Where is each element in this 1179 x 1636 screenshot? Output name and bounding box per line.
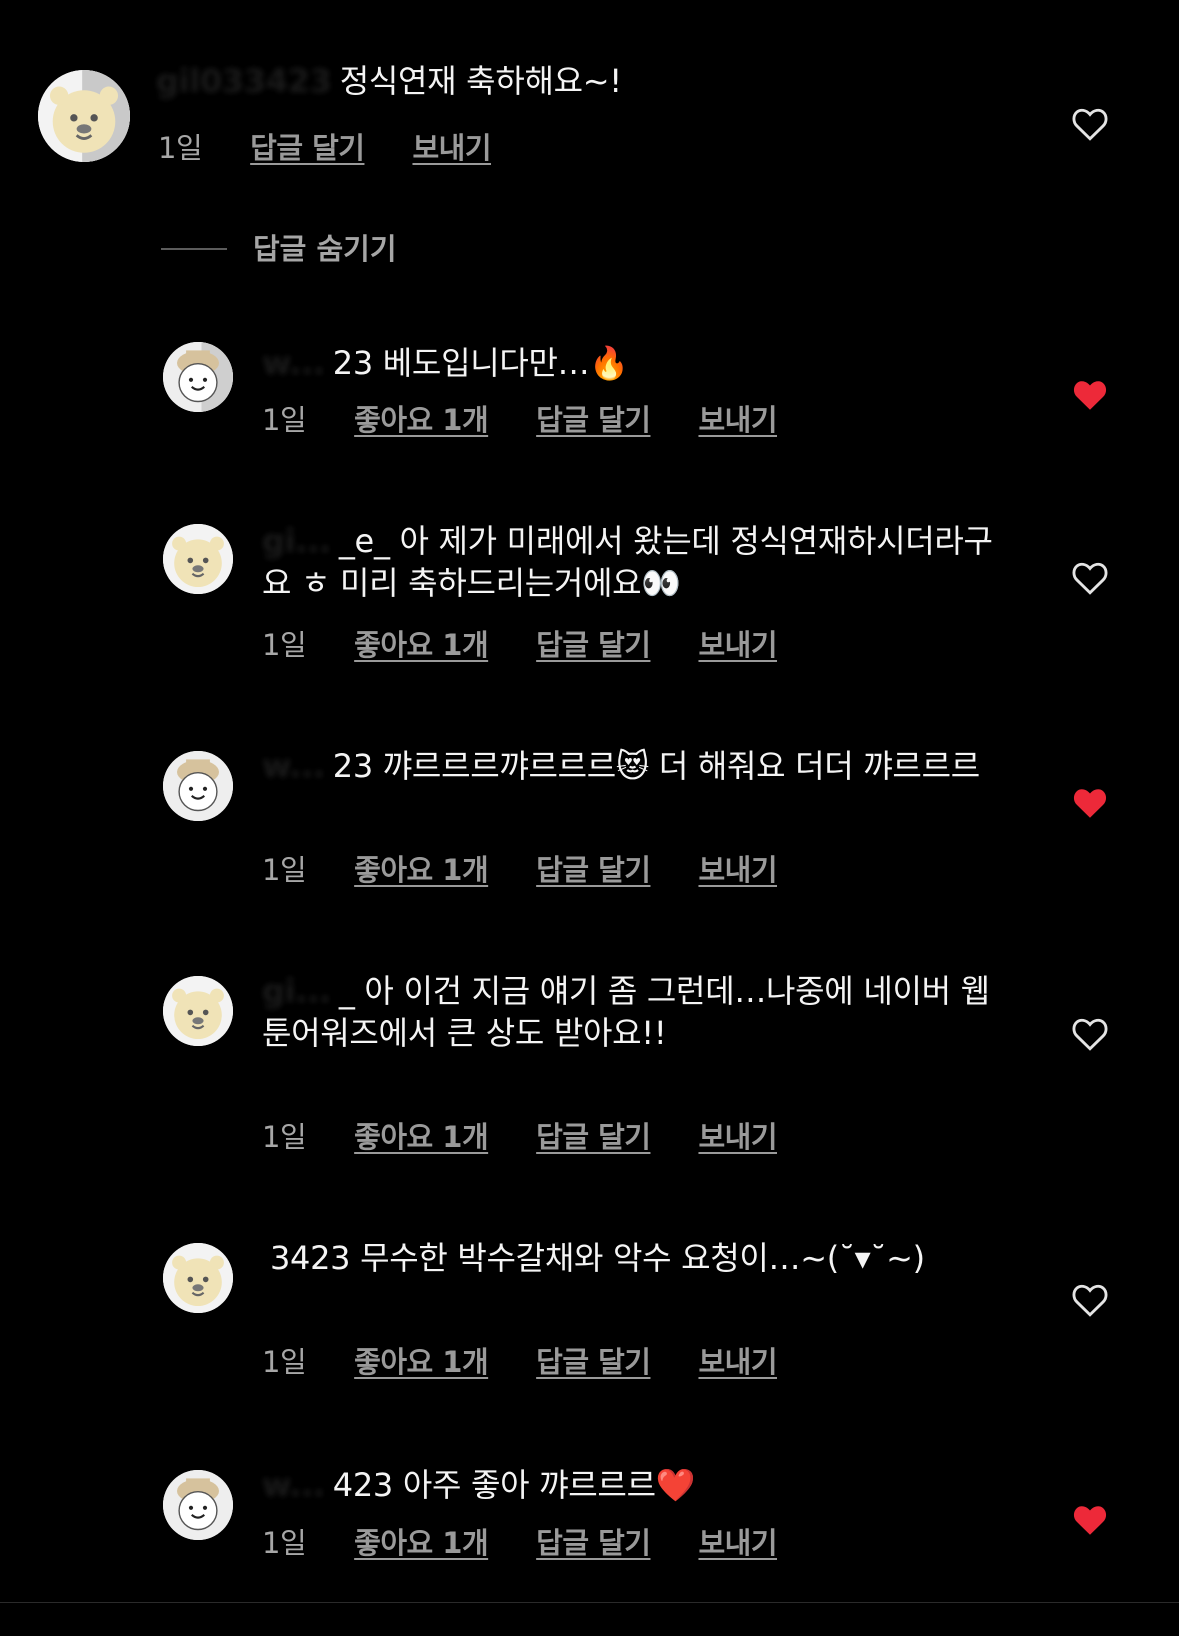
avatar[interactable]: [163, 524, 233, 594]
reply-meta: 1일 좋아요 1개 답글 달기 보내기: [262, 1526, 778, 1560]
like-button[interactable]: [1071, 785, 1109, 821]
hat-character-avatar-icon: [163, 1470, 233, 1540]
send-button[interactable]: 보내기: [698, 1120, 777, 1154]
like-button[interactable]: [1071, 106, 1109, 142]
hide-replies-button[interactable]: 답글 숨기기: [161, 232, 397, 266]
reply-meta: 1일 좋아요 1개 답글 달기 보내기: [262, 1120, 778, 1154]
main-comment: gil033423 정식연재 축하해요~! 1일 답글 달기 보내기: [0, 0, 1179, 170]
username[interactable]: w...: [262, 747, 325, 785]
username[interactable]: w...: [262, 1466, 325, 1504]
send-button[interactable]: 보내기: [698, 1526, 777, 1560]
reply-text: gi... _ 아 이건 지금 얘기 좀 그런데…나중에 네이버 웹툰어워즈에서 …: [262, 972, 990, 1052]
bear-avatar-icon: [163, 1243, 233, 1313]
send-button[interactable]: 보내기: [698, 403, 777, 437]
like-button[interactable]: [1071, 1282, 1109, 1318]
comment-time: 1일: [262, 628, 307, 662]
reply-meta: 1일 좋아요 1개 답글 달기 보내기: [262, 628, 778, 662]
reply-comment: w... 423 아주 좋아 꺄르르르❤️ 1일 좋아요 1개 답글 달기 보내기: [0, 1464, 1179, 1594]
likes-count-button[interactable]: 좋아요 1개: [354, 1345, 489, 1379]
reply-text: 3423 무수한 박수갈채와 악수 요청이…~(˘▾˘~): [270, 1239, 925, 1277]
reply-comment: gi... _e_ 아 제가 미래에서 왔는데 정식연재하시더라구요 ㅎ 미리 축…: [0, 520, 1179, 670]
username[interactable]: gil033423: [156, 62, 332, 100]
avatar[interactable]: [163, 342, 233, 412]
reply-comment: w... 23 베도입니다만…🔥 1일 좋아요 1개 답글 달기 보내기: [0, 330, 1179, 450]
bear-avatar-icon: [163, 524, 233, 594]
reply-button[interactable]: 답글 달기: [536, 628, 651, 662]
heart-outline-icon: [1072, 1284, 1108, 1317]
reply-text: w... 23 꺄르르르꺄르르르😻 더 해줘요 더더 꺄르르르: [262, 747, 980, 785]
send-button[interactable]: 보내기: [698, 628, 777, 662]
like-button[interactable]: [1071, 1016, 1109, 1052]
reply-meta: 1일 좋아요 1개 답글 달기 보내기: [262, 403, 778, 437]
reply-comment: w... 23 꺄르르르꺄르르르😻 더 해줘요 더더 꺄르르르 1일 좋아요 1개…: [0, 745, 1179, 895]
reply-button[interactable]: 답글 달기: [536, 853, 651, 887]
comment-time: 1일: [262, 853, 307, 887]
comment-time: 1일: [262, 1345, 307, 1379]
comment-time: 1일: [262, 403, 307, 437]
send-button[interactable]: 보내기: [698, 853, 777, 887]
like-button[interactable]: [1071, 560, 1109, 596]
comment-time: 1일: [262, 1526, 307, 1560]
bear-avatar-icon: [38, 70, 130, 162]
reply-text: w... 423 아주 좋아 꺄르르르❤️: [262, 1466, 696, 1504]
comment-time: 1일: [158, 131, 203, 165]
reply-button[interactable]: 답글 달기: [536, 1120, 651, 1154]
send-button[interactable]: 보내기: [698, 1345, 777, 1379]
likes-count-button[interactable]: 좋아요 1개: [354, 628, 489, 662]
main-comment-meta: 1일 답글 달기 보내기: [158, 131, 492, 165]
like-button[interactable]: [1071, 377, 1109, 413]
reply-comment: 3423 무수한 박수갈채와 악수 요청이…~(˘▾˘~) 1일 좋아요 1개 …: [0, 1237, 1179, 1387]
hat-character-avatar-icon: [163, 751, 233, 821]
reply-button[interactable]: 답글 달기: [536, 1345, 651, 1379]
hide-replies-label: 답글 숨기기: [253, 232, 397, 266]
likes-count-button[interactable]: 좋아요 1개: [354, 1526, 489, 1560]
heart-filled-icon: [1073, 1506, 1107, 1535]
avatar[interactable]: [163, 1243, 233, 1313]
hat-character-avatar-icon: [163, 342, 233, 412]
like-button[interactable]: [1071, 1502, 1109, 1538]
reply-meta: 1일 좋아요 1개 답글 달기 보내기: [262, 1345, 778, 1379]
send-button[interactable]: 보내기: [412, 131, 491, 165]
heart-filled-icon: [1073, 381, 1107, 410]
main-comment-text: gil033423 정식연재 축하해요~!: [156, 62, 622, 100]
comments-screen: gil033423 정식연재 축하해요~! 1일 답글 달기 보내기 답글 숨기기: [0, 0, 1179, 1636]
reply-text: gi... _e_ 아 제가 미래에서 왔는데 정식연재하시더라구요 ㅎ 미리 축…: [262, 522, 993, 602]
heart-outline-icon: [1072, 108, 1108, 141]
heart-outline-icon: [1072, 1018, 1108, 1051]
reply-comment: gi... _ 아 이건 지금 얘기 좀 그런데…나중에 네이버 웹툰어워즈에서 …: [0, 970, 1179, 1160]
reply-button[interactable]: 답글 달기: [536, 403, 651, 437]
likes-count-button[interactable]: 좋아요 1개: [354, 1120, 489, 1154]
bottom-divider: [0, 1602, 1179, 1603]
avatar[interactable]: [163, 976, 233, 1046]
reply-text: w... 23 베도입니다만…🔥: [262, 344, 629, 382]
reply-button[interactable]: 답글 달기: [250, 131, 365, 165]
comment-time: 1일: [262, 1120, 307, 1154]
avatar[interactable]: [38, 70, 130, 162]
bear-avatar-icon: [163, 976, 233, 1046]
heart-outline-icon: [1072, 562, 1108, 595]
reply-meta: 1일 좋아요 1개 답글 달기 보내기: [262, 853, 778, 887]
likes-count-button[interactable]: 좋아요 1개: [354, 403, 489, 437]
heart-filled-icon: [1073, 789, 1107, 818]
username[interactable]: w...: [262, 344, 325, 382]
divider-line: [161, 248, 227, 250]
username[interactable]: gi...: [262, 972, 331, 1010]
avatar[interactable]: [163, 751, 233, 821]
likes-count-button[interactable]: 좋아요 1개: [354, 853, 489, 887]
username[interactable]: gi...: [262, 522, 331, 560]
avatar[interactable]: [163, 1470, 233, 1540]
reply-button[interactable]: 답글 달기: [536, 1526, 651, 1560]
